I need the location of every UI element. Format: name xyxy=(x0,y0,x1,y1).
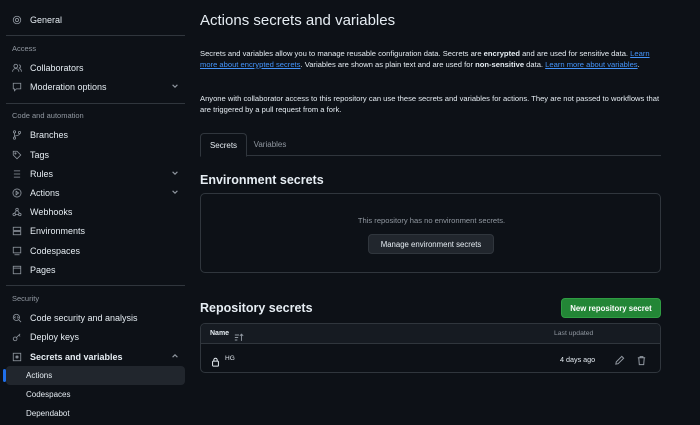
sidebar-item-label: Rules xyxy=(30,168,54,179)
sidebar-divider xyxy=(6,103,185,104)
new-repository-secret-button[interactable]: New repository secret xyxy=(561,298,661,318)
branch-icon xyxy=(12,129,22,140)
chevron-down-icon xyxy=(171,188,179,196)
rules-icon xyxy=(12,169,22,179)
sidebar-item-codespaces[interactable]: Codespaces xyxy=(6,241,185,260)
page-title: Actions secrets and variables xyxy=(200,12,396,29)
sidebar-item-rules[interactable]: Rules xyxy=(6,164,185,183)
codescan-icon xyxy=(12,313,22,323)
environment-secrets-heading: Environment secrets xyxy=(200,173,324,187)
secret-name: HG xyxy=(225,355,235,362)
tab-variables[interactable]: Variables xyxy=(247,133,293,156)
tag-icon xyxy=(12,150,22,160)
people-icon xyxy=(12,63,22,73)
intro-paragraph: Secrets and variables allow you to manag… xyxy=(200,48,661,70)
sidebar-item-label: Tags xyxy=(30,149,50,160)
server-icon xyxy=(12,226,22,236)
sidebar-subitem-label: Codespaces xyxy=(26,390,71,399)
play-icon xyxy=(12,188,22,198)
sidebar-item-label: General xyxy=(30,14,63,25)
tab-secrets[interactable]: Secrets xyxy=(200,133,247,157)
sidebar-item-label: Webhooks xyxy=(30,206,73,217)
sidebar-subitem-codespaces[interactable]: Codespaces xyxy=(6,385,185,404)
intro-text: . xyxy=(637,60,640,69)
repository-secrets-table: Name Last updated HG 4 days ago xyxy=(200,323,661,373)
column-header-name[interactable]: Name xyxy=(210,330,229,337)
sidebar-divider xyxy=(6,285,185,286)
sidebar-subitem-label: Actions xyxy=(26,371,53,380)
sidebar-item-label: Pages xyxy=(30,264,56,275)
comment-icon xyxy=(12,82,22,92)
sort-icon[interactable] xyxy=(234,329,244,341)
chevron-down-icon xyxy=(171,82,179,90)
key-icon xyxy=(12,332,22,342)
lock-icon xyxy=(211,354,220,367)
empty-state-text: This repository has no environment secre… xyxy=(357,216,506,225)
learn-more-variables-link[interactable]: Learn more about variables xyxy=(545,60,637,69)
settings-sidebar: General Access Collaborators Moderation … xyxy=(0,0,192,425)
sidebar-item-environments[interactable]: Environments xyxy=(6,221,185,240)
webhook-icon xyxy=(12,207,22,217)
sidebar-item-code-security[interactable]: Code security and analysis xyxy=(6,308,185,327)
repository-secrets-heading: Repository secrets xyxy=(200,301,313,315)
sidebar-item-moderation[interactable]: Moderation options xyxy=(6,77,185,96)
browser-icon xyxy=(12,265,22,275)
sidebar-item-actions[interactable]: Actions xyxy=(6,183,185,202)
sidebar-item-label: Codespaces xyxy=(30,245,81,256)
column-header-last-updated: Last updated xyxy=(554,330,594,337)
sidebar-item-label: Branches xyxy=(30,129,69,140)
sidebar-item-webhooks[interactable]: Webhooks xyxy=(6,202,185,221)
intro-emphasis: non-sensitive xyxy=(475,60,525,69)
chevron-up-icon xyxy=(171,352,179,360)
codespaces-icon xyxy=(12,246,22,256)
pencil-icon[interactable] xyxy=(614,353,625,365)
sidebar-item-label: Collaborators xyxy=(30,62,84,73)
sidebar-item-label: Code security and analysis xyxy=(30,312,138,323)
sidebar-item-label: Deploy keys xyxy=(30,331,80,342)
sidebar-item-label: Actions xyxy=(30,187,60,198)
sidebar-item-secrets-and-variables[interactable]: Secrets and variables xyxy=(6,347,185,366)
manage-environment-secrets-button[interactable]: Manage environment secrets xyxy=(368,234,494,254)
sidebar-divider xyxy=(6,35,185,36)
sidebar-item-branches[interactable]: Branches xyxy=(6,125,185,144)
sidebar-item-tags[interactable]: Tags xyxy=(6,145,185,164)
asterisk-icon xyxy=(12,352,22,362)
trash-icon[interactable] xyxy=(636,353,647,366)
section-heading-security: Security xyxy=(12,294,40,303)
sidebar-item-general[interactable]: General xyxy=(6,10,185,29)
intro-text: Secrets and variables allow you to manag… xyxy=(200,49,484,58)
environment-secrets-box: This repository has no environment secre… xyxy=(200,193,661,273)
sidebar-subitem-actions[interactable]: Actions xyxy=(3,366,185,385)
sidebar-item-collaborators[interactable]: Collaborators xyxy=(6,58,185,77)
sidebar-subitem-dependabot[interactable]: Dependabot xyxy=(6,404,185,423)
section-heading-code: Code and automation xyxy=(12,111,84,120)
intro-text: data. xyxy=(524,60,546,69)
tab-bar: Secrets Variables xyxy=(200,133,661,157)
sidebar-subitem-label: Dependabot xyxy=(26,409,70,418)
sidebar-item-deploy-keys[interactable]: Deploy keys xyxy=(6,327,185,346)
collaborator-note: Anyone with collaborator access to this … xyxy=(200,94,660,114)
chevron-down-icon xyxy=(171,169,179,177)
table-row: HG 4 days ago xyxy=(201,345,660,372)
sidebar-item-pages[interactable]: Pages xyxy=(6,260,185,279)
intro-text: and are used for sensitive data. xyxy=(519,49,631,58)
sidebar-item-label: Moderation options xyxy=(30,81,107,92)
table-header: Name Last updated xyxy=(201,324,660,344)
intro-emphasis: encrypted xyxy=(483,49,520,58)
sidebar-item-label: Environments xyxy=(30,225,86,236)
secret-last-updated: 4 days ago xyxy=(560,355,596,364)
gear-icon xyxy=(12,15,22,25)
sidebar-item-label: Secrets and variables xyxy=(30,351,123,362)
section-heading-access: Access xyxy=(12,44,37,53)
intro-text: . Variables are shown as plain text and … xyxy=(300,60,476,69)
